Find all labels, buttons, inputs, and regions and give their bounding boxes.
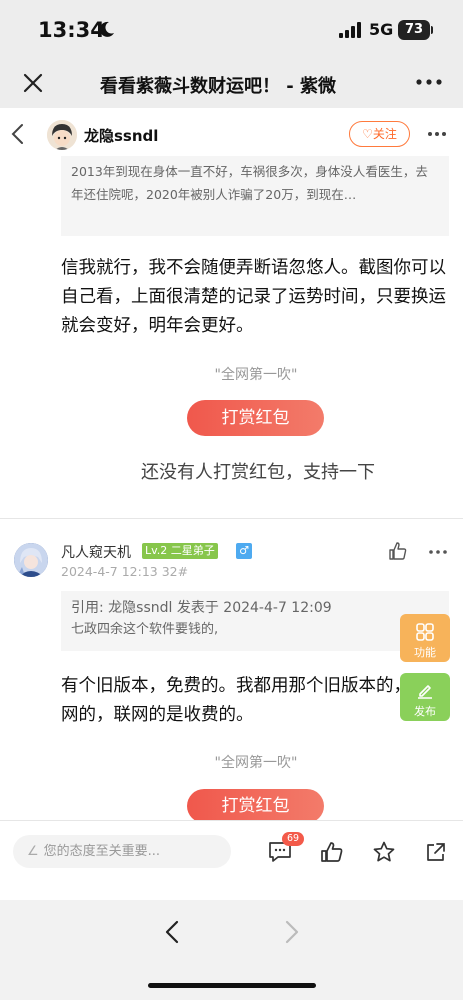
back-icon[interactable] — [8, 121, 28, 147]
function-label: 功能 — [414, 646, 436, 659]
divider — [0, 518, 463, 519]
battery-cap — [431, 26, 433, 34]
reply-date: 2024-4-7 12:13 — [61, 564, 158, 579]
compose-icon — [418, 685, 432, 699]
moon-icon — [99, 21, 114, 37]
post-slogan: "全网第一吹" — [214, 367, 298, 383]
follow-label: 关注 — [372, 127, 397, 141]
pen-icon: ∠ — [27, 844, 39, 859]
home-indicator — [148, 983, 316, 988]
reply-avatar[interactable] — [14, 543, 48, 577]
network-type: 5G — [369, 20, 394, 39]
browser-forward-icon[interactable] — [282, 918, 302, 946]
avatar-character-icon — [14, 543, 48, 577]
follow-button[interactable]: ♡关注 — [349, 121, 410, 147]
status-time: 13:34 — [38, 18, 105, 42]
author-avatar[interactable] — [47, 120, 77, 150]
function-button[interactable]: 功能 — [400, 614, 450, 662]
avatar-face-icon — [47, 120, 77, 150]
share-icon[interactable] — [424, 840, 448, 864]
browser-back-icon[interactable] — [162, 918, 182, 946]
close-icon[interactable] — [20, 70, 46, 96]
comment-count-badge: 69 — [282, 832, 304, 846]
reply-more-icon[interactable] — [427, 545, 449, 559]
signal-icon — [339, 22, 361, 38]
grid-icon — [416, 623, 434, 641]
reward-button[interactable]: 打赏红包 — [187, 400, 324, 436]
no-reward-text: 还没有人打赏红包，支持一下 — [141, 462, 375, 483]
reply-reward-button[interactable]: 打赏红包 — [187, 789, 324, 823]
more-menu-icon[interactable] — [412, 72, 446, 92]
quote-reference: 引用: 龙隐ssndl 发表于 2024-4-7 12:09 — [71, 600, 332, 616]
gender-male-icon: ♂ — [236, 543, 252, 559]
reply-author-name[interactable]: 凡人窥天机 — [61, 542, 131, 562]
publish-button[interactable]: 发布 — [400, 673, 450, 721]
author-name[interactable]: 龙隐ssndl — [84, 125, 158, 146]
page-title: 看看紫薇斗数财运吧！ - 紫微 — [100, 76, 337, 96]
reply-quote-block: 引用: 龙隐ssndl 发表于 2024-4-7 12:09 七政四余这个软件要… — [61, 591, 449, 651]
reply-slogan: "全网第一吹" — [214, 755, 298, 771]
reply-meta: 2024-4-7 12:13 32# — [61, 564, 188, 579]
favorite-star-icon[interactable] — [372, 840, 396, 864]
comment-placeholder: 您的态度至关重要... — [43, 844, 161, 859]
like-icon[interactable] — [320, 840, 344, 864]
post-body: 信我就行，我不会随便弄断语忽悠人。截图你可以自己看，上面很清楚的记录了运势时间，… — [61, 258, 446, 336]
reply-quote-text: 七政四余这个软件要钱的, — [71, 622, 219, 637]
level-badge: Lv.2 二星弟子 — [142, 543, 218, 559]
thumbs-up-icon[interactable] — [388, 541, 408, 561]
reply-floor: 32# — [161, 564, 189, 579]
comment-input[interactable]: ∠ 您的态度至关重要... — [13, 835, 231, 868]
quoted-text-block: 2013年到现在身体一直不好，车祸很多次，身体没人看医生，去年还住院呢，2020… — [61, 156, 449, 236]
more-options-icon[interactable] — [426, 126, 448, 142]
battery-icon: 73 — [398, 20, 430, 40]
plus-icon: ♡ — [362, 127, 373, 141]
quoted-text: 2013年到现在身体一直不好，车祸很多次，身体没人看医生，去年还住院呢，2020… — [71, 164, 428, 202]
reply-body: 有个旧版本，免费的。我都用那个旧版本的，不联网的，联网的是收费的。 — [61, 676, 446, 725]
publish-label: 发布 — [414, 705, 436, 718]
